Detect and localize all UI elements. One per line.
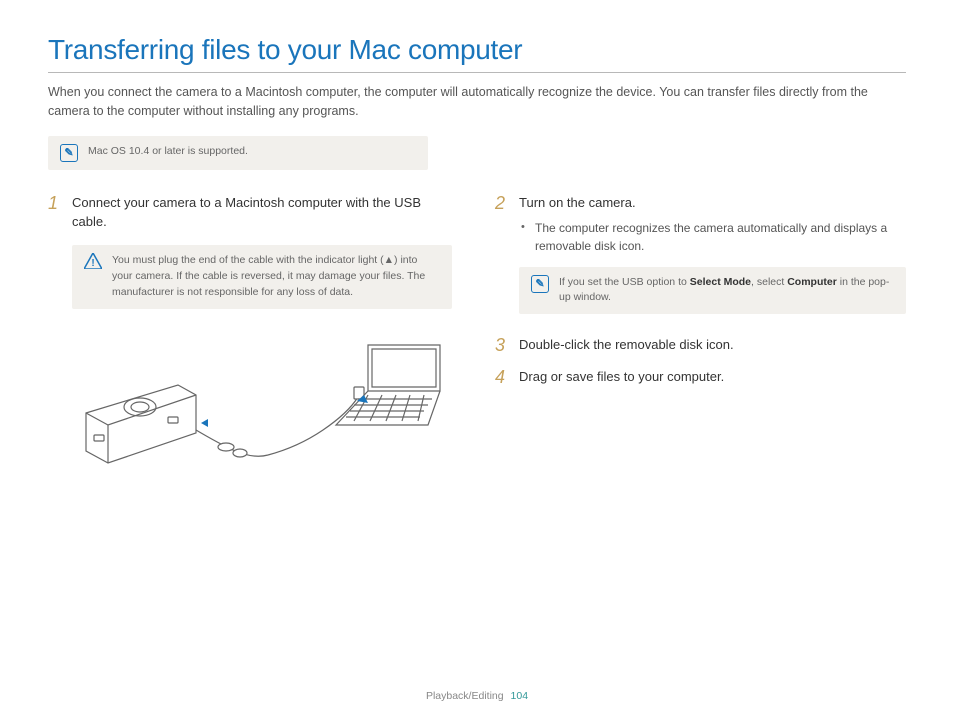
step-1: 1 Connect your camera to a Macintosh com… — [48, 194, 459, 232]
right-column: 2 Turn on the camera. • The computer rec… — [495, 194, 906, 510]
note-icon: ✎ — [531, 275, 549, 293]
step-text: Drag or save files to your computer. — [519, 368, 724, 388]
step-text: Connect your camera to a Macintosh compu… — [72, 194, 459, 232]
page-footer: Playback/Editing 104 — [0, 690, 954, 702]
footer-page-number: 104 — [511, 690, 529, 702]
triangle-up-icon: ▲ — [384, 254, 394, 266]
svg-text:!: ! — [91, 258, 94, 269]
cable-warning-text: You must plug the end of the cable with … — [112, 253, 440, 300]
step-number: 1 — [48, 194, 62, 232]
step-text: Turn on the camera. — [519, 194, 906, 213]
intro-text: When you connect the camera to a Macinto… — [48, 83, 906, 122]
warning-icon: ! — [84, 253, 102, 274]
step-number: 3 — [495, 336, 509, 356]
note-icon: ✎ — [60, 144, 78, 162]
footer-section: Playback/Editing — [426, 690, 504, 702]
step-3: 3 Double-click the removable disk icon. — [495, 336, 906, 356]
cable-warning-note: ! You must plug the end of the cable wit… — [72, 245, 452, 308]
left-column: 1 Connect your camera to a Macintosh com… — [48, 194, 459, 510]
step-number: 2 — [495, 194, 509, 255]
connection-diagram — [68, 335, 459, 510]
step-text: Double-click the removable disk icon. — [519, 336, 734, 356]
usb-mode-text: If you set the USB option to Select Mode… — [559, 275, 894, 307]
bullet-text: The computer recognizes the camera autom… — [535, 219, 906, 255]
bullet-icon: • — [521, 219, 527, 255]
usb-mode-note: ✎ If you set the USB option to Select Mo… — [519, 267, 906, 315]
os-support-text: Mac OS 10.4 or later is supported. — [88, 144, 248, 160]
step-4: 4 Drag or save files to your computer. — [495, 368, 906, 388]
os-support-note: ✎ Mac OS 10.4 or later is supported. — [48, 136, 428, 170]
step-2: 2 Turn on the camera. • The computer rec… — [495, 194, 906, 255]
step-number: 4 — [495, 368, 509, 388]
page-title: Transferring files to your Mac computer — [48, 34, 906, 73]
